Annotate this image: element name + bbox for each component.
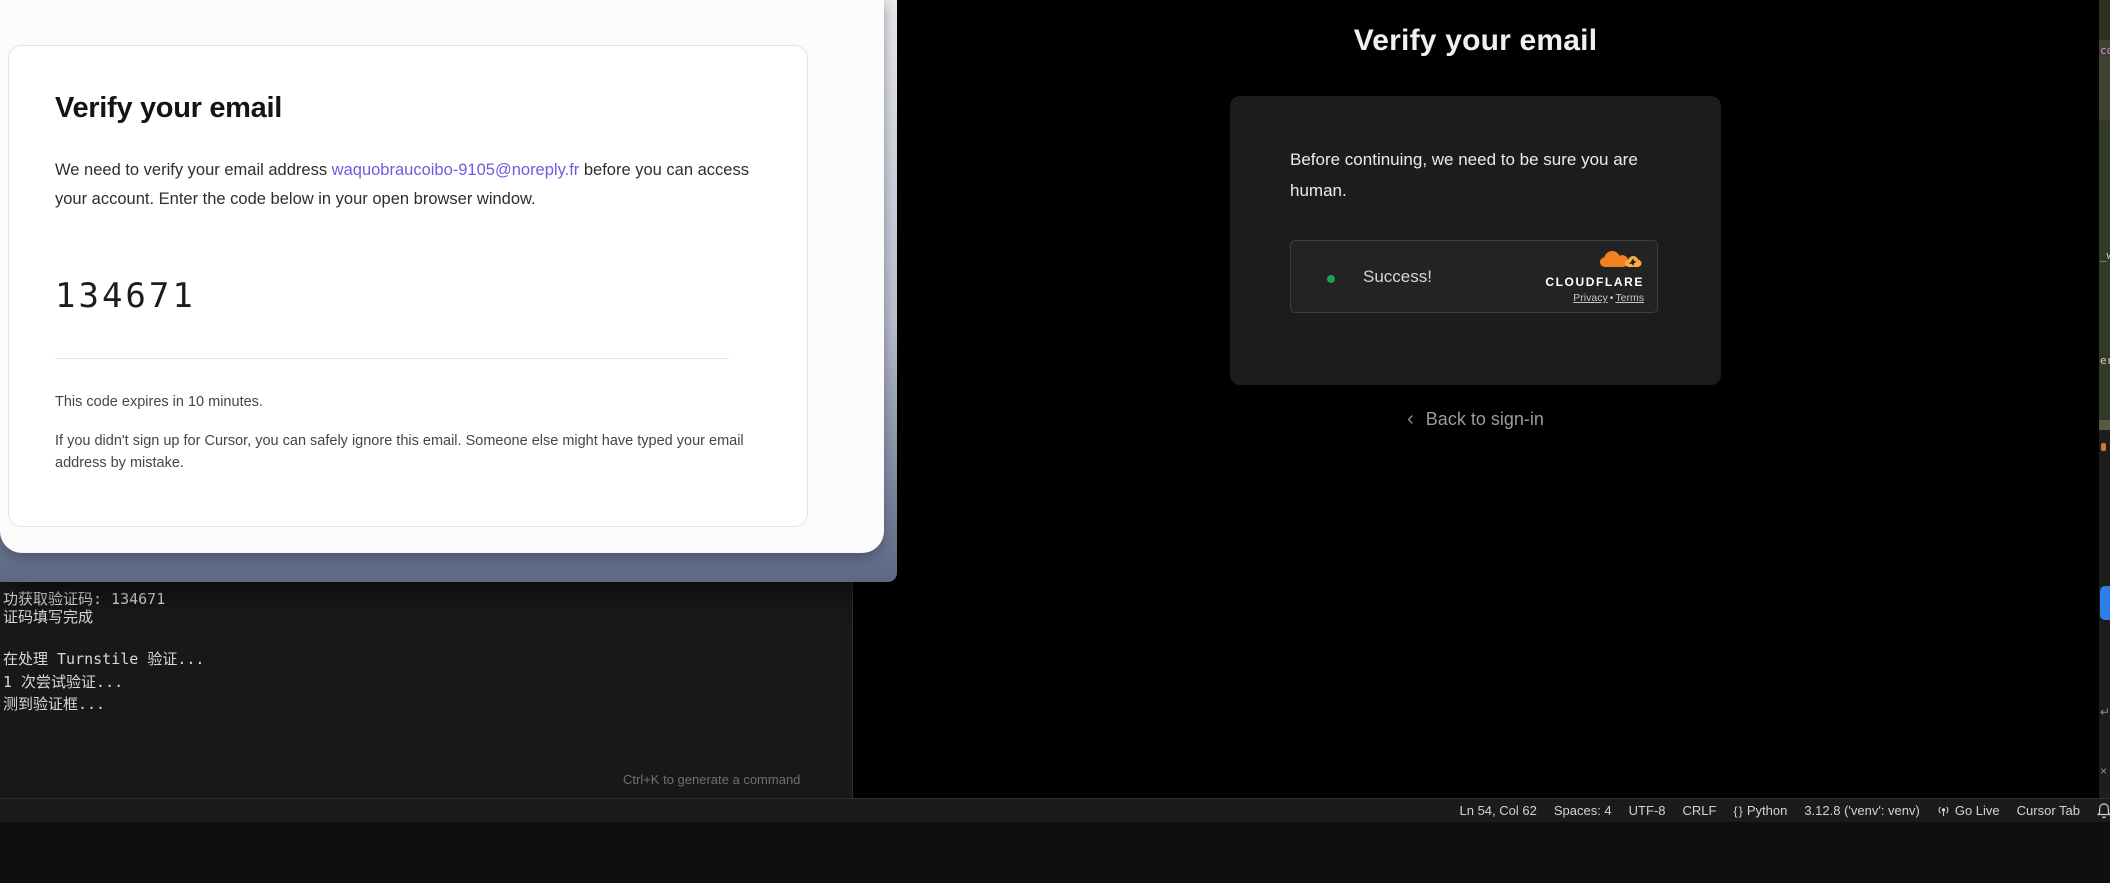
privacy-link[interactable]: Privacy bbox=[1573, 292, 1607, 304]
success-dot-icon bbox=[1327, 275, 1335, 283]
editor-highlight-band bbox=[2099, 420, 2110, 430]
human-verification-card: Before continuing, we need to be sure yo… bbox=[1230, 96, 1721, 385]
expiry-note: This code expires in 10 minutes. bbox=[55, 394, 263, 410]
page-title: Verify your email bbox=[853, 24, 2098, 58]
email-window-content: Verify your email We need to verify your… bbox=[0, 0, 884, 553]
email-body: We need to verify your email address waq… bbox=[55, 156, 763, 213]
body-text: We need to verify your email address bbox=[55, 161, 332, 179]
status-indentation[interactable]: Spaces: 4 bbox=[1554, 803, 1612, 818]
editor-sliver: co _w er ↵ × bbox=[2098, 0, 2110, 798]
close-icon[interactable]: × bbox=[2100, 764, 2107, 778]
status-bar: Ln 54, Col 62 Spaces: 4 UTF-8 CRLF Pytho… bbox=[0, 798, 2110, 822]
cloudflare-logo-icon bbox=[1598, 249, 1644, 273]
broadcast-icon bbox=[1937, 804, 1950, 817]
status-language[interactable]: Python bbox=[1733, 803, 1787, 818]
status-bar-right: Ln 54, Col 62 Spaces: 4 UTF-8 CRLF Pytho… bbox=[1460, 799, 2081, 822]
email-title: Verify your email bbox=[55, 92, 282, 125]
terminal-line: 证码填写完成 bbox=[3, 606, 93, 627]
turnstile-widget[interactable]: Success! CLOUDFLARE Privacy•Terms bbox=[1290, 240, 1658, 313]
return-icon: ↵ bbox=[2100, 705, 2110, 719]
warning-marker bbox=[2101, 443, 2106, 451]
terminal-panel[interactable]: 功获取验证码: 134671 证码填写完成 在处理 Turnstile 验证..… bbox=[0, 582, 853, 798]
editor-selection-band bbox=[2099, 0, 2110, 40]
editor-selection-band bbox=[2099, 120, 2110, 420]
status-line-col[interactable]: Ln 54, Col 62 bbox=[1460, 803, 1537, 818]
taskbar: S 1:43 PM 2/12/2025 z bbox=[0, 822, 2110, 883]
terminal-line: 在处理 Turnstile 验证... bbox=[3, 648, 204, 669]
email-address-link[interactable]: waquobraucoibo-9105@noreply.fr bbox=[332, 161, 580, 179]
status-cursor-tab[interactable]: Cursor Tab bbox=[2017, 803, 2080, 818]
status-go-live[interactable]: Go Live bbox=[1937, 803, 2000, 818]
disclaimer-text: If you didn't sign up for Cursor, you ca… bbox=[55, 431, 747, 474]
code-fragment: co bbox=[2100, 44, 2110, 57]
verification-prompt: Before continuing, we need to be sure yo… bbox=[1290, 144, 1640, 206]
code-fragment: er bbox=[2100, 354, 2110, 367]
turnstile-status: Success! bbox=[1363, 267, 1432, 287]
status-eol[interactable]: CRLF bbox=[1683, 803, 1717, 818]
terminal-hint: Ctrl+K to generate a command bbox=[623, 772, 800, 787]
verification-code: 134671 bbox=[55, 276, 196, 316]
language-label: Python bbox=[1747, 803, 1787, 818]
terminal-line: 测到验证框... bbox=[3, 693, 105, 714]
divider bbox=[55, 358, 729, 359]
back-to-signin-link[interactable]: ‹ Back to sign-in bbox=[853, 408, 2098, 431]
browser-window: Verify your email Before continuing, we … bbox=[853, 0, 2098, 798]
links-separator: • bbox=[1610, 292, 1614, 304]
code-fragment: _w bbox=[2100, 249, 2110, 262]
back-to-signin-label: Back to sign-in bbox=[1426, 409, 1544, 429]
cloudflare-wordmark: CLOUDFLARE bbox=[1524, 275, 1644, 289]
cloudflare-branding: CLOUDFLARE Privacy•Terms bbox=[1524, 251, 1644, 304]
blue-marker[interactable] bbox=[2100, 586, 2110, 620]
email-card: Verify your email We need to verify your… bbox=[8, 45, 808, 527]
turnstile-links: Privacy•Terms bbox=[1524, 292, 1644, 304]
terminal-line: 1 次尝试验证... bbox=[3, 671, 123, 692]
go-live-label: Go Live bbox=[1955, 803, 2000, 818]
terms-link[interactable]: Terms bbox=[1615, 292, 1644, 304]
desktop: Verify your email Before continuing, we … bbox=[0, 0, 2110, 883]
chevron-left-icon: ‹ bbox=[1407, 408, 1414, 430]
notifications-bell-icon[interactable] bbox=[2095, 802, 2110, 820]
status-encoding[interactable]: UTF-8 bbox=[1629, 803, 1666, 818]
braces-icon bbox=[1733, 804, 1741, 818]
email-window: Verify your email We need to verify your… bbox=[0, 0, 897, 582]
status-interpreter[interactable]: 3.12.8 ('venv': venv) bbox=[1804, 803, 1920, 818]
